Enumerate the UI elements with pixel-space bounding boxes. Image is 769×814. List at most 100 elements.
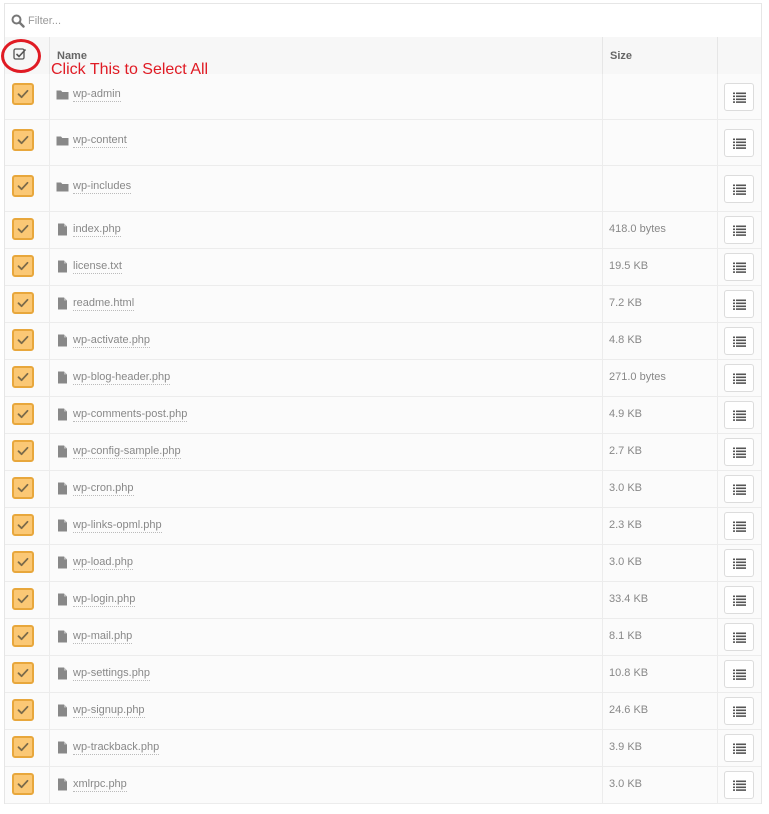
row-checkbox[interactable]: [12, 129, 34, 151]
column-divider: [602, 693, 603, 729]
table-row[interactable]: wp-cron.php 3.0 KB: [5, 471, 761, 508]
row-checkbox[interactable]: [12, 366, 34, 388]
file-size: 33.4 KB: [609, 593, 649, 605]
row-checkbox[interactable]: [12, 218, 34, 240]
table-row[interactable]: wp-comments-post.php 4.9 KB: [5, 397, 761, 434]
column-divider: [49, 166, 50, 211]
row-checkbox[interactable]: [12, 773, 34, 795]
table-row[interactable]: wp-settings.php 10.8 KB: [5, 656, 761, 693]
row-menu-button[interactable]: [724, 512, 754, 540]
file-name-link[interactable]: wp-mail.php: [73, 630, 133, 644]
row-menu-button[interactable]: [724, 327, 754, 355]
table-row[interactable]: wp-admin: [5, 74, 761, 120]
file-name-link[interactable]: wp-trackback.php: [73, 741, 160, 755]
table-row[interactable]: wp-load.php 3.0 KB: [5, 545, 761, 582]
table-row[interactable]: wp-mail.php 8.1 KB: [5, 619, 761, 656]
table-row[interactable]: wp-blog-header.php 271.0 bytes: [5, 360, 761, 397]
file-name-link[interactable]: wp-includes: [73, 180, 132, 194]
row-checkbox[interactable]: [12, 588, 34, 610]
column-divider: [49, 508, 50, 544]
row-checkbox[interactable]: [12, 83, 34, 105]
file-name-link[interactable]: wp-comments-post.php: [73, 408, 188, 422]
size-column-header[interactable]: Size: [610, 50, 632, 62]
file-name-link[interactable]: wp-login.php: [73, 593, 136, 607]
file-name-link[interactable]: wp-admin: [73, 88, 121, 102]
table-row[interactable]: wp-config-sample.php 2.7 KB: [5, 434, 761, 471]
row-checkbox[interactable]: [12, 477, 34, 499]
row-checkbox[interactable]: [12, 625, 34, 647]
file-name-link[interactable]: wp-signup.php: [73, 704, 145, 718]
file-name-link[interactable]: xmlrpc.php: [73, 778, 127, 792]
row-menu-button[interactable]: [724, 660, 754, 688]
list-icon: [733, 225, 746, 236]
table-row[interactable]: wp-login.php 33.4 KB: [5, 582, 761, 619]
file-icon: [58, 593, 67, 606]
file-name-link[interactable]: wp-config-sample.php: [73, 445, 181, 459]
file-name-link[interactable]: wp-content: [73, 134, 127, 148]
row-checkbox[interactable]: [12, 514, 34, 536]
row-menu-button[interactable]: [724, 475, 754, 503]
row-checkbox[interactable]: [12, 292, 34, 314]
row-menu-button[interactable]: [724, 83, 754, 111]
table-row[interactable]: wp-includes: [5, 166, 761, 212]
row-menu-button[interactable]: [724, 623, 754, 651]
table-row[interactable]: license.txt 19.5 KB: [5, 249, 761, 286]
row-checkbox[interactable]: [12, 662, 34, 684]
file-icon: [58, 704, 67, 717]
row-menu-button[interactable]: [724, 549, 754, 577]
row-menu-button[interactable]: [724, 401, 754, 429]
column-divider: [49, 212, 50, 248]
row-menu-button[interactable]: [724, 290, 754, 318]
column-divider: [717, 286, 718, 322]
row-checkbox[interactable]: [12, 175, 34, 197]
column-divider: [717, 582, 718, 618]
file-size: 7.2 KB: [609, 297, 643, 309]
row-checkbox[interactable]: [12, 551, 34, 573]
row-checkbox[interactable]: [12, 736, 34, 758]
file-name-link[interactable]: wp-cron.php: [73, 482, 134, 496]
row-menu-button[interactable]: [724, 771, 754, 799]
folder-icon: [56, 90, 69, 100]
row-checkbox[interactable]: [12, 403, 34, 425]
file-name-link[interactable]: wp-activate.php: [73, 334, 151, 348]
filter-input[interactable]: [28, 14, 428, 27]
file-icon: [58, 482, 67, 495]
row-checkbox[interactable]: [12, 255, 34, 277]
file-icon: [58, 408, 67, 421]
row-checkbox[interactable]: [12, 440, 34, 462]
table-row[interactable]: wp-signup.php 24.6 KB: [5, 693, 761, 730]
row-menu-button[interactable]: [724, 734, 754, 762]
row-menu-button[interactable]: [724, 175, 754, 203]
table-row[interactable]: readme.html 7.2 KB: [5, 286, 761, 323]
table-row[interactable]: wp-activate.php 4.8 KB: [5, 323, 761, 360]
file-name-link[interactable]: wp-load.php: [73, 556, 133, 570]
row-checkbox[interactable]: [12, 329, 34, 351]
column-divider: [49, 693, 50, 729]
file-name-link[interactable]: wp-links-opml.php: [73, 519, 162, 533]
file-name-link[interactable]: wp-blog-header.php: [73, 371, 171, 385]
table-row[interactable]: wp-content: [5, 120, 761, 166]
row-menu-button[interactable]: [724, 364, 754, 392]
row-menu-button[interactable]: [724, 697, 754, 725]
table-row[interactable]: wp-links-opml.php 2.3 KB: [5, 508, 761, 545]
row-menu-button[interactable]: [724, 586, 754, 614]
file-name-link[interactable]: index.php: [73, 223, 121, 237]
row-menu-button[interactable]: [724, 253, 754, 281]
column-divider: [602, 166, 603, 211]
table-row[interactable]: index.php 418.0 bytes: [5, 212, 761, 249]
row-menu-button[interactable]: [724, 129, 754, 157]
table-row[interactable]: wp-trackback.php 3.9 KB: [5, 730, 761, 767]
row-checkbox[interactable]: [12, 699, 34, 721]
file-name-link[interactable]: readme.html: [73, 297, 135, 311]
file-name-link[interactable]: license.txt: [73, 260, 122, 274]
column-divider: [717, 249, 718, 285]
row-menu-button[interactable]: [724, 438, 754, 466]
file-size: 271.0 bytes: [609, 371, 666, 383]
file-list: wp-admin wp-content wp-includes index.php 41…: [5, 74, 761, 804]
row-menu-button[interactable]: [724, 216, 754, 244]
table-row[interactable]: xmlrpc.php 3.0 KB: [5, 767, 761, 804]
file-name-link[interactable]: wp-settings.php: [73, 667, 151, 681]
column-divider: [717, 693, 718, 729]
file-size: 4.8 KB: [609, 334, 643, 346]
column-divider: [49, 582, 50, 618]
